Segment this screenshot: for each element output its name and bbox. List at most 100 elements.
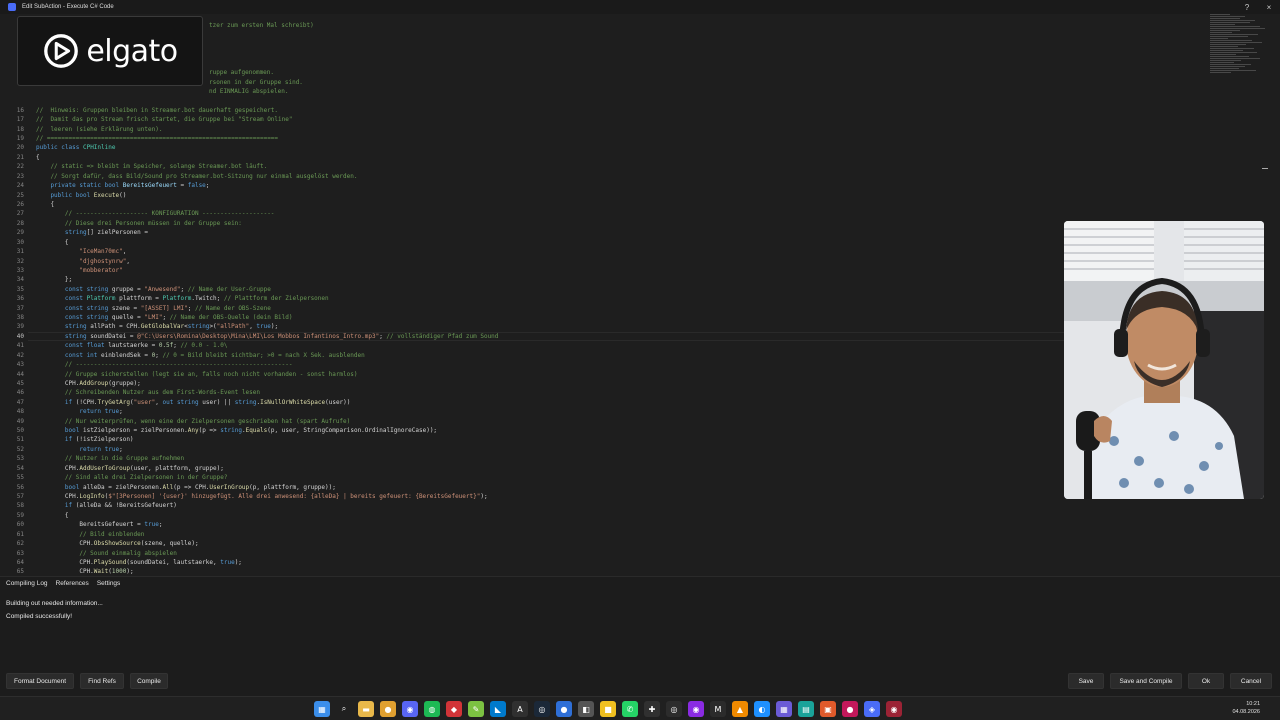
taskbar-clock[interactable]: 10:21 04.08.2026 (1232, 700, 1260, 716)
code-line[interactable]: CPH.LogInfo($"[3Personen] '{user}' hinzu… (36, 492, 488, 501)
code-line[interactable]: // Bild einblenden (36, 530, 144, 539)
app-lilac-icon[interactable]: ▦ (776, 701, 792, 717)
code-line[interactable]: CPH.AddUserToGroup(user, plattform, grup… (36, 464, 224, 473)
code-line[interactable]: ruppe aufgenommen. (209, 68, 274, 77)
app-cyan-icon[interactable]: ◐ (754, 701, 770, 717)
code-line[interactable]: public bool Execute() (36, 191, 126, 200)
code-line[interactable]: CPH.AddGroup(gruppe); (36, 379, 141, 388)
code-line[interactable]: // leeren (siehe Erklärung unten). (36, 125, 162, 134)
code-line[interactable]: private static bool BereitsGefeuert = fa… (36, 181, 209, 190)
code-line[interactable]: { (36, 200, 54, 209)
code-line[interactable]: { (36, 238, 69, 247)
code-token: ); (270, 323, 279, 331)
code-line[interactable]: "mobberator" (36, 266, 122, 275)
save-button[interactable]: Save (1068, 673, 1104, 689)
code-line[interactable]: // Sound einmalig abspielen (36, 549, 177, 558)
chrome-icon[interactable]: ● (380, 701, 396, 717)
code-line[interactable]: // Sorgt dafür, dass Bild/Sound pro Stre… (36, 172, 357, 181)
app-dark-icon[interactable]: ✚ (644, 701, 660, 717)
windows-start-icon[interactable]: ▦ (314, 701, 330, 717)
code-line[interactable]: // Sind alle drei Zielpersonen in der Gr… (36, 473, 228, 482)
code-line[interactable]: const string gruppe = "Anwesend"; // Nam… (36, 285, 271, 294)
steam-icon[interactable]: ◎ (534, 701, 550, 717)
code-line[interactable]: const int einblendSek = 0; // 0 = Bild b… (36, 351, 365, 360)
help-icon[interactable]: ? (1236, 3, 1258, 12)
app-orange-icon[interactable]: ▣ (820, 701, 836, 717)
app-purple-icon[interactable]: ◉ (688, 701, 704, 717)
app-blue-icon[interactable]: ● (556, 701, 572, 717)
code-line[interactable]: CPH.PlaySound(soundDatei, lautstaerke, t… (36, 558, 242, 567)
code-area[interactable]: tzer zum ersten Mal schreibt) ruppe aufge… (36, 14, 1190, 574)
code-line[interactable]: if (alleDa && !BereitsGefeuert) (36, 501, 177, 510)
code-line[interactable]: // Nutzer in die Gruppe aufnehmen (36, 454, 184, 463)
code-line[interactable]: { (36, 511, 69, 520)
cancel-button[interactable]: Cancel (1230, 673, 1272, 689)
code-line[interactable]: rsonen in der Gruppe sind. (209, 78, 303, 87)
tab-references[interactable]: References (56, 580, 89, 587)
code-line[interactable]: // Nur weiterprüfen, wenn eine der Zielp… (36, 417, 350, 426)
code-line[interactable]: const float lautstaerke = 0.5f; // 0.0 -… (36, 341, 228, 350)
code-token: const string (36, 304, 112, 312)
find-refs-button[interactable]: Find Refs (80, 673, 124, 689)
app-teal-icon[interactable]: ▤ (798, 701, 814, 717)
app-active-icon[interactable]: ◉ (886, 701, 902, 717)
spotify-icon[interactable]: ◍ (424, 701, 440, 717)
app-yellow-icon[interactable]: ■ (600, 701, 616, 717)
code-line[interactable]: const Platform plattform = Platform.Twit… (36, 294, 329, 303)
code-line[interactable]: bool alleDa = zielPersonen.All(p => CPH.… (36, 483, 336, 492)
code-line[interactable]: "djghostynrw", (36, 257, 130, 266)
code-line[interactable]: public class CPHInline (36, 143, 115, 152)
app-gray-icon[interactable]: ◧ (578, 701, 594, 717)
code-line[interactable]: BereitsGefeuert = true; (36, 520, 162, 529)
code-line[interactable]: // Diese drei Personen müssen in der Gru… (36, 219, 242, 228)
save-and-compile-button[interactable]: Save and Compile (1110, 673, 1182, 689)
obs-icon[interactable]: ◎ (666, 701, 682, 717)
code-line[interactable]: nd EINMALIG abspielen. (209, 87, 288, 96)
code-line[interactable]: "IceMan70mc", (36, 247, 126, 256)
app-pink-icon[interactable]: ● (842, 701, 858, 717)
streamerbot-icon[interactable]: ◈ (864, 701, 880, 717)
code-line[interactable]: tzer zum ersten Mal schreibt) (209, 21, 314, 30)
code-line[interactable]: { (36, 153, 40, 162)
notepad-plus-icon[interactable]: ✎ (468, 701, 484, 717)
minimap[interactable] (1210, 14, 1270, 114)
code-line[interactable]: bool istZielperson = zielPersonen.Any(p … (36, 426, 437, 435)
code-line[interactable]: // -------------------------------------… (36, 360, 293, 369)
code-line[interactable]: // Schreibenden Nutzer aus dem First-Wor… (36, 388, 260, 397)
code-line[interactable]: }; (36, 275, 72, 284)
discord-icon[interactable]: ◉ (402, 701, 418, 717)
vlc-icon[interactable]: ▲ (732, 701, 748, 717)
code-line[interactable]: CPH.Wait(1000); (36, 567, 133, 574)
code-line[interactable]: return true; (36, 407, 122, 416)
scrollbar-marker[interactable] (1262, 168, 1268, 169)
tab-settings[interactable]: Settings (97, 580, 121, 587)
format-document-button[interactable]: Format Document (6, 673, 74, 689)
file-explorer-icon[interactable]: ▬ (358, 701, 374, 717)
tab-compiling-log[interactable]: Compiling Log (6, 580, 48, 587)
code-line[interactable]: const string szene = "[ASSET] LMI"; // N… (36, 304, 271, 313)
code-line[interactable]: CPH.ObsShowSource(szene, quelle); (36, 539, 198, 548)
code-line[interactable]: // Hinweis: Gruppen bleiben in Streamer.… (36, 106, 278, 115)
code-line[interactable]: return true; (36, 445, 122, 454)
whatsapp-icon[interactable]: ✆ (622, 701, 638, 717)
code-line[interactable]: if (!CPH.TryGetArg("user", out string us… (36, 398, 351, 407)
code-line[interactable]: const string quelle = "LMI"; // Name der… (36, 313, 293, 322)
code-token: const (36, 295, 87, 303)
compile-button[interactable]: Compile (130, 673, 168, 689)
code-line[interactable]: string soundDatei = @"C:\Users\Romina\De… (36, 332, 499, 341)
code-line[interactable]: // Gruppe sicherstellen (legt sie an, fa… (36, 370, 358, 379)
vscode-icon[interactable]: ◣ (490, 701, 506, 717)
app-a-icon[interactable]: A (512, 701, 528, 717)
code-line[interactable]: // static => bleibt im Speicher, solange… (36, 162, 267, 171)
app-red-icon[interactable]: ◆ (446, 701, 462, 717)
code-line[interactable]: // -------------------- KONFIGURATION --… (36, 209, 275, 218)
code-line[interactable]: // =====================================… (36, 134, 278, 143)
code-line[interactable]: string[] zielPersonen = (36, 228, 148, 237)
ok-button[interactable]: Ok (1188, 673, 1224, 689)
code-line[interactable]: // Damit das pro Stream frisch startet, … (36, 115, 292, 124)
code-line[interactable]: if (!istZielperson) (36, 435, 134, 444)
close-icon[interactable]: × (1258, 3, 1280, 12)
code-line[interactable]: string allPath = CPH.GetGlobalVar<string… (36, 322, 278, 331)
search-icon[interactable]: ⌕ (336, 701, 352, 717)
app-m-icon[interactable]: M (710, 701, 726, 717)
